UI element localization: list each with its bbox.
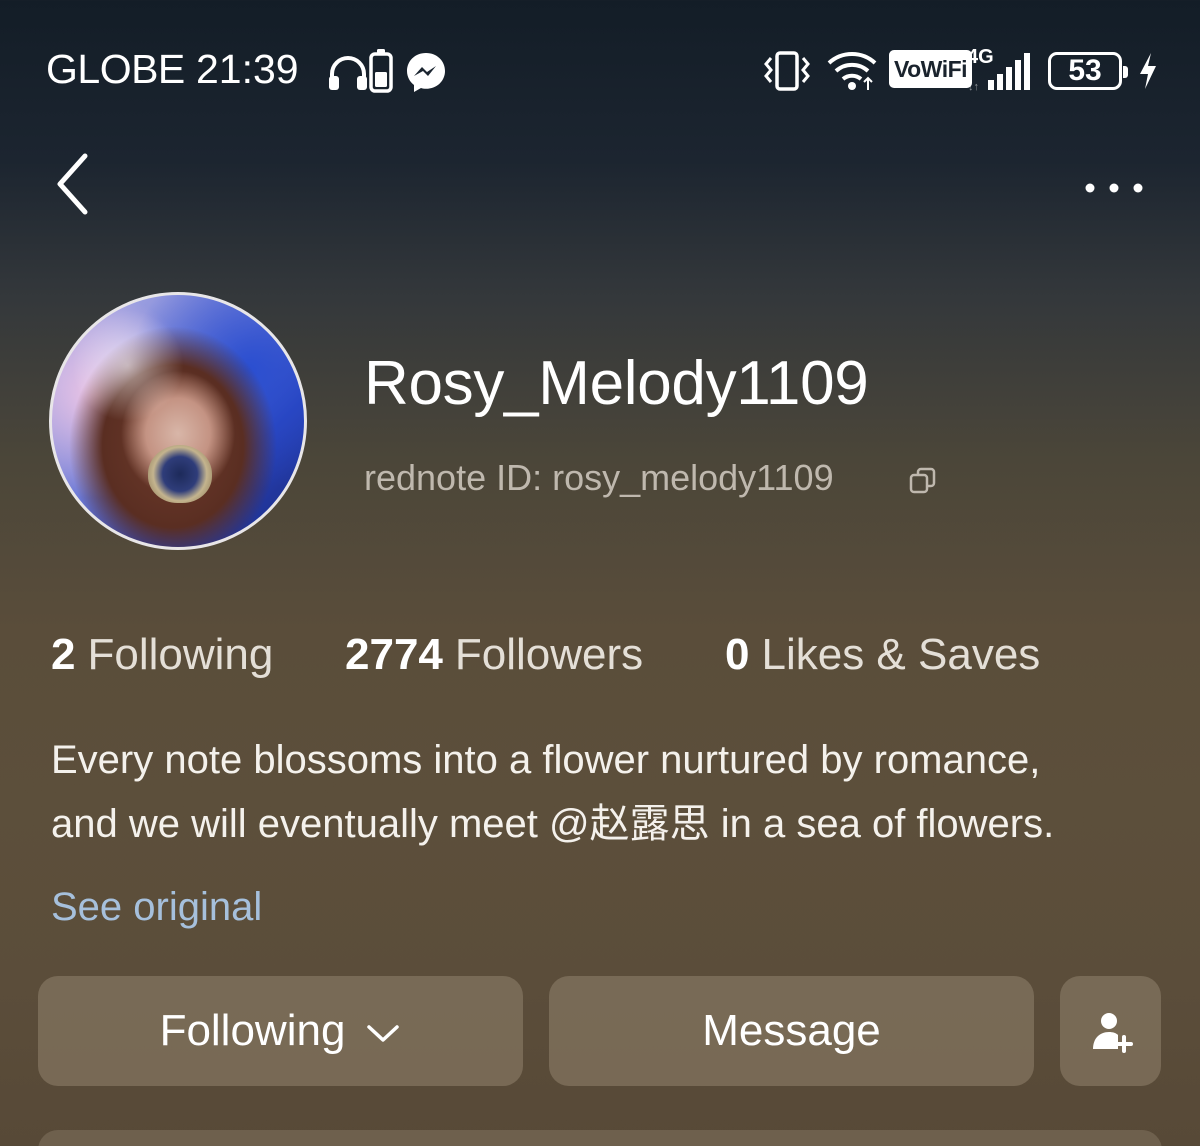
stat-followers[interactable]: 2774 Followers [345, 630, 643, 680]
stat-following[interactable]: 2 Following [51, 630, 273, 680]
content-card [38, 1130, 1162, 1146]
following-count: 2 [51, 630, 76, 679]
bio-line: and we will eventually meet @赵露思 in a se… [51, 802, 1055, 846]
message-button[interactable]: Message [549, 976, 1034, 1086]
see-original-link[interactable]: See original [51, 885, 262, 930]
followers-count: 2774 [345, 630, 443, 679]
copy-icon[interactable] [908, 466, 938, 496]
svg-text:↓↑: ↓↑ [968, 81, 979, 92]
avatar[interactable] [49, 292, 307, 550]
followers-label: Followers [454, 630, 644, 679]
more-button[interactable] [1078, 168, 1150, 208]
carrier-name: GLOBE [46, 46, 185, 92]
signal-icon: ↓↑ [968, 53, 1030, 92]
message-button-label: Message [702, 1006, 881, 1055]
bio-line: Every note blossoms into a flower nurtur… [51, 738, 1041, 782]
following-label: Following [87, 630, 274, 679]
following-button[interactable]: Following [38, 976, 523, 1086]
battery-indicator: 53 [1048, 52, 1128, 90]
bio: Every note blossoms into a flower nurtur… [51, 728, 1161, 856]
charging-icon [1140, 53, 1156, 89]
stat-likes-saves[interactable]: 0 Likes & Saves [725, 630, 1040, 680]
avatar-photo-detail [148, 445, 212, 503]
following-button-label: Following [159, 1006, 346, 1055]
status-bar: GLOBE 21:39 VoWiFi 4G ↓↑ 53 [0, 0, 1200, 140]
username: Rosy_Melody1109 [364, 349, 869, 418]
back-icon [57, 153, 88, 215]
messenger-icon [407, 53, 445, 92]
chevron-down-icon [367, 1025, 400, 1042]
add-friend-button[interactable] [1060, 976, 1161, 1086]
headphones-icon [329, 56, 367, 90]
battery-saver-icon [369, 49, 393, 93]
add-friend-icon [1092, 1013, 1133, 1053]
status-clock: 21:39 [196, 46, 299, 92]
back-button[interactable] [50, 150, 100, 220]
more-icon [1085, 183, 1143, 193]
likes-label: Likes & Saves [761, 630, 1041, 679]
rednote-id: rednote ID: rosy_melody1109 [364, 457, 834, 498]
vowifi-badge: VoWiFi [889, 50, 973, 88]
vibrate-icon [764, 51, 810, 91]
likes-count: 0 [725, 630, 750, 679]
wifi-icon [827, 52, 877, 90]
